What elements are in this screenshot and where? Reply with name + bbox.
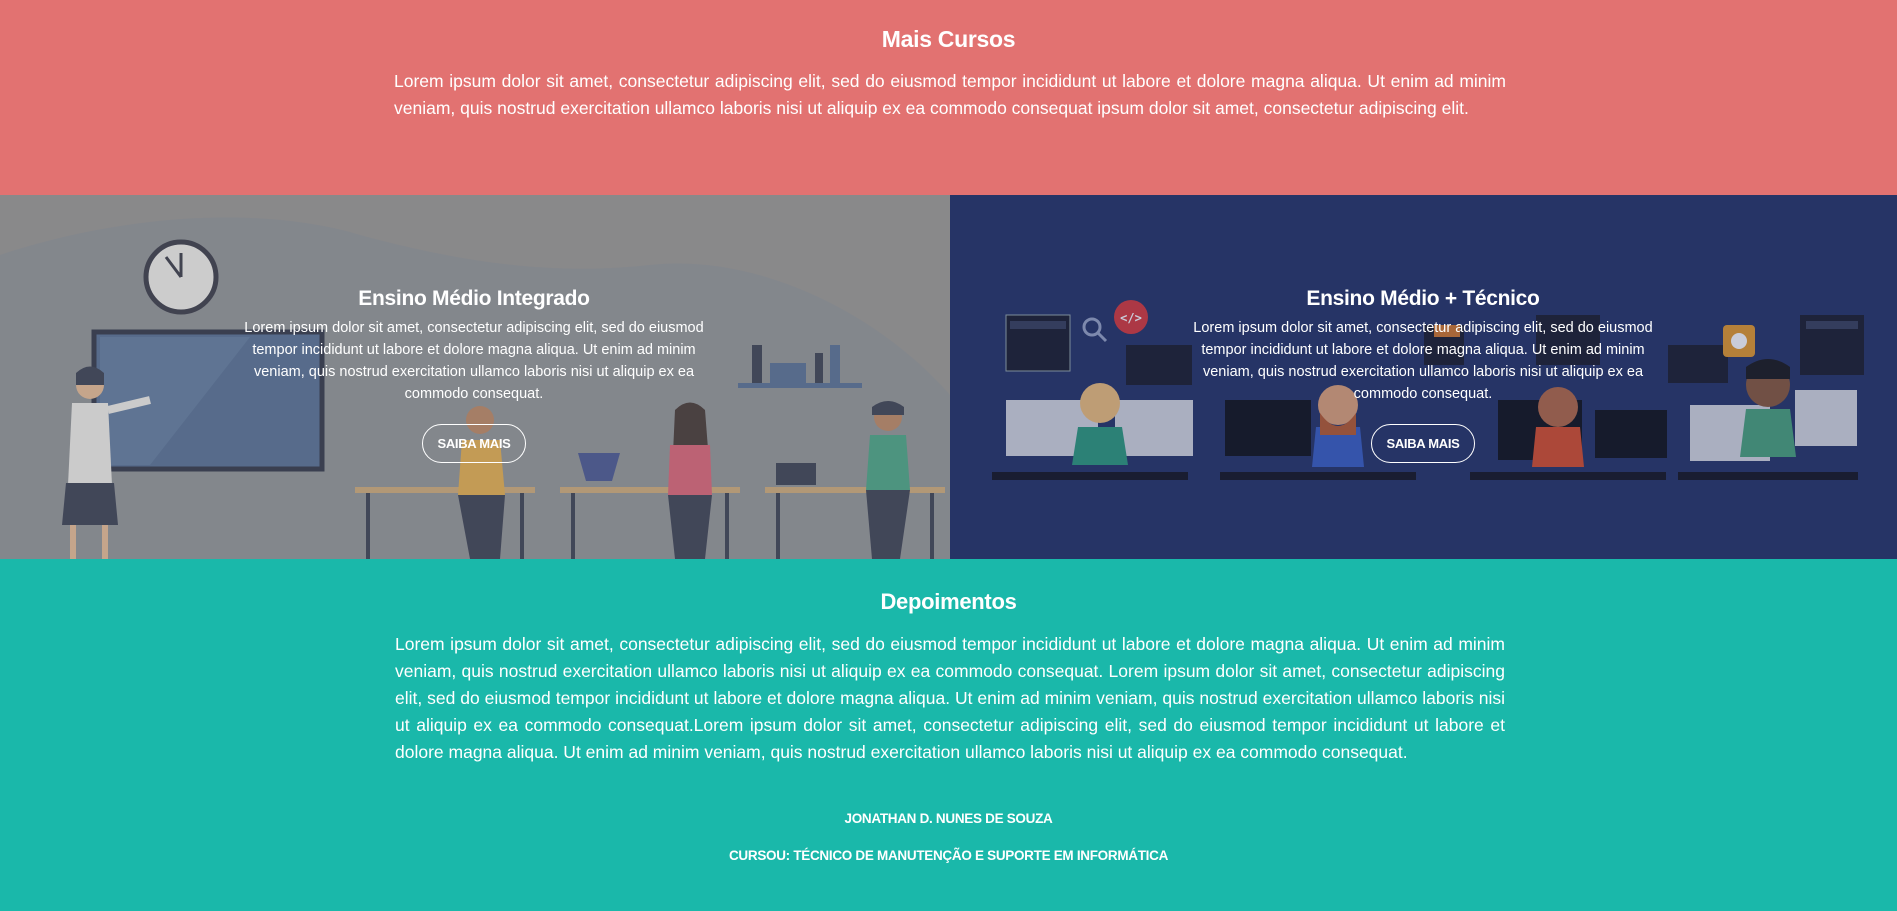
course-description: Lorem ipsum dolor sit amet, consectetur … (1193, 320, 1653, 402)
course-card-technical: </> Ensino Médio + Técnico Lorem ipsum d… (950, 195, 1897, 559)
learn-more-button[interactable]: SAIBA MAIS (422, 424, 526, 463)
course-card-content: Ensino Médio + Técnico Lorem ipsum dolor… (1183, 287, 1663, 463)
more-courses-section: Mais Cursos Lorem ipsum dolor sit amet, … (0, 0, 1897, 195)
more-courses-title: Mais Cursos (881, 26, 1016, 52)
course-description: Lorem ipsum dolor sit amet, consectetur … (244, 320, 704, 402)
testimonial-text: Lorem ipsum dolor sit amet, consectetur … (395, 634, 1505, 762)
learn-more-button[interactable]: SAIBA MAIS (1371, 424, 1475, 463)
testimonial-course: CURSOU: TÉCNICO DE MANUTENÇÃO E SUPORTE … (728, 848, 1169, 863)
testimonial-author: JONATHAN D. NUNES DE SOUZA (844, 811, 1053, 826)
testimonials-section: Depoimentos Lorem ipsum dolor sit amet, … (0, 559, 1897, 911)
course-title: Ensino Médio Integrado (358, 287, 590, 310)
more-courses-text: Lorem ipsum dolor sit amet, consectetur … (394, 71, 1506, 118)
testimonials-title: Depoimentos (880, 589, 1017, 614)
course-title: Ensino Médio + Técnico (1306, 287, 1540, 310)
course-card-integrated: Ensino Médio Integrado Lorem ipsum dolor… (0, 195, 950, 559)
course-card-content: Ensino Médio Integrado Lorem ipsum dolor… (234, 287, 714, 463)
